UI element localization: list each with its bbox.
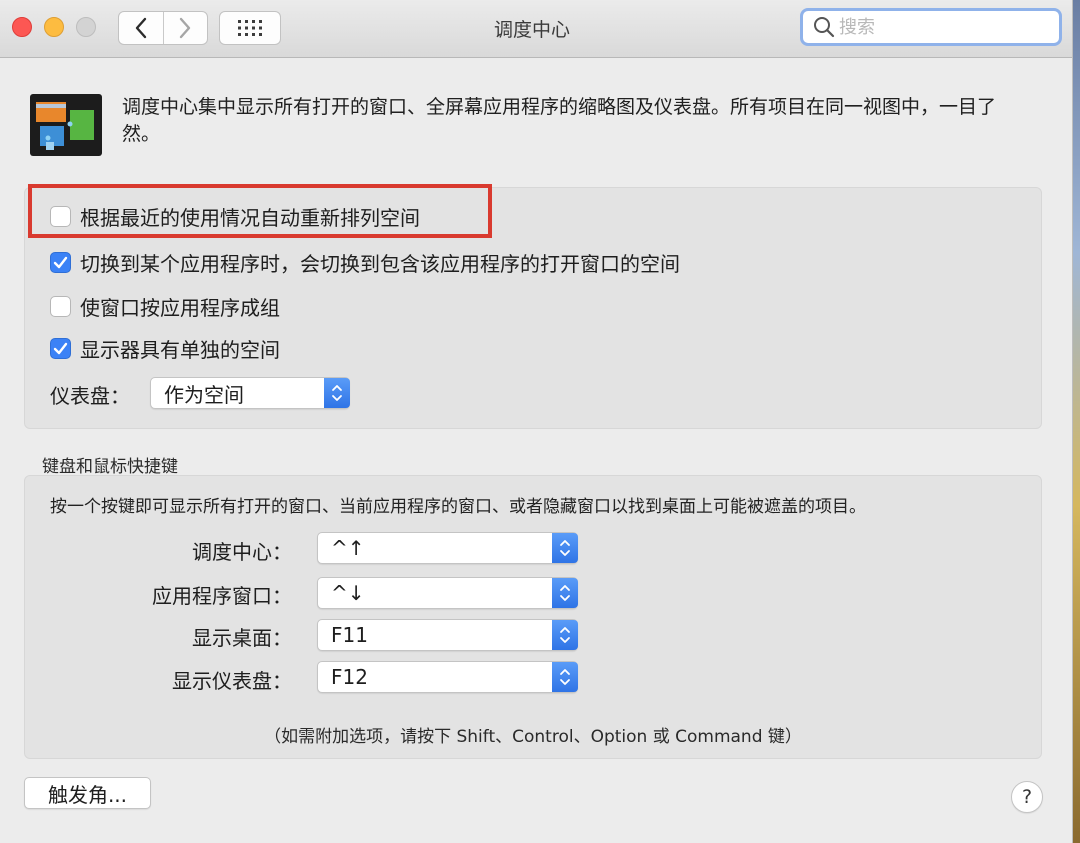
- up-down-arrows-icon: [324, 378, 350, 408]
- show-all-button[interactable]: [219, 11, 281, 45]
- up-down-arrows-icon: [552, 533, 578, 563]
- shortcut-popup-value: F12: [331, 665, 368, 689]
- shortcuts-description: 按一个按键即可显示所有打开的窗口、当前应用程序的窗口、或者隐藏窗口以找到桌面上可…: [50, 497, 866, 517]
- shortcut-label-app-windows: 应用程序窗口：: [152, 584, 292, 608]
- mission-control-app-icon: [30, 94, 102, 156]
- option-switch-to-space-with-app[interactable]: 切换到某个应用程序时，会切换到包含该应用程序的打开窗口的空间: [50, 248, 680, 276]
- nav-button-group: [118, 11, 208, 45]
- option-label: 使窗口按应用程序成组: [80, 295, 280, 320]
- checkmark-icon: [53, 342, 68, 354]
- minimize-button[interactable]: [44, 17, 64, 37]
- dashboard-popup[interactable]: 作为空间: [150, 377, 350, 409]
- preferences-window: 调度中心 调度中心集中显示所有打开的窗口、全屏幕应用程序的缩略图及仪表盘。所有项…: [0, 0, 1073, 843]
- help-button[interactable]: ?: [1011, 781, 1043, 813]
- chevron-right-icon: [180, 17, 191, 39]
- shortcut-popup-show-desktop[interactable]: F11: [317, 619, 578, 651]
- shortcut-label-mission-control: 调度中心：: [192, 540, 292, 564]
- option-group-windows-by-app[interactable]: 使窗口按应用程序成组: [50, 292, 280, 320]
- forward-button[interactable]: [162, 12, 208, 44]
- shortcuts-section-title: 键盘和鼠标快捷键: [42, 457, 178, 477]
- close-button[interactable]: [12, 17, 32, 37]
- hot-corners-button[interactable]: 触发角...: [24, 777, 151, 809]
- grid-icon: [238, 20, 262, 36]
- shortcut-popup-mission-control[interactable]: ^↑: [317, 532, 578, 564]
- dashboard-label: 仪表盘：: [50, 384, 130, 408]
- shortcuts-panel: [24, 475, 1042, 759]
- up-down-arrows-icon: [552, 620, 578, 650]
- shortcut-popup-value: ^↓: [331, 581, 365, 605]
- search-input[interactable]: [837, 16, 1049, 38]
- dashboard-popup-value: 作为空间: [164, 382, 244, 407]
- shortcut-label-show-desktop: 显示桌面：: [192, 626, 292, 650]
- checkmark-icon: [53, 256, 68, 268]
- option-label: 显示器具有单独的空间: [80, 337, 280, 362]
- mission-control-description: 调度中心集中显示所有打开的窗口、全屏幕应用程序的缩略图及仪表盘。所有项目在同一视…: [122, 96, 997, 145]
- shortcut-popup-value: ^↑: [331, 536, 365, 560]
- window-title: 调度中心: [493, 19, 570, 41]
- checkbox-checked[interactable]: [50, 337, 71, 359]
- checkbox-checked[interactable]: [50, 251, 71, 273]
- shortcut-popup-show-dashboard[interactable]: F12: [317, 661, 578, 693]
- up-down-arrows-icon: [552, 578, 578, 608]
- checkbox-unchecked[interactable]: [50, 205, 71, 227]
- shortcut-popup-app-windows[interactable]: ^↓: [317, 577, 578, 609]
- option-label: 切换到某个应用程序时，会切换到包含该应用程序的打开窗口的空间: [80, 251, 680, 276]
- search-icon: [811, 14, 837, 40]
- option-auto-rearrange-spaces[interactable]: 根据最近的使用情况自动重新排列空间: [50, 202, 420, 230]
- modifier-keys-hint: （如需附加选项，请按下 Shift、Control、Option 或 Comma…: [264, 727, 802, 747]
- option-displays-separate-spaces[interactable]: 显示器具有单独的空间: [50, 334, 280, 362]
- shortcut-popup-value: F11: [331, 623, 368, 647]
- chevron-left-icon: [135, 17, 146, 39]
- back-button[interactable]: [119, 12, 163, 44]
- checkbox-unchecked[interactable]: [50, 295, 71, 317]
- desktop-background: [1072, 0, 1080, 843]
- titlebar: 调度中心: [0, 0, 1072, 58]
- help-icon: ?: [1021, 786, 1033, 808]
- shortcut-label-show-dashboard: 显示仪表盘：: [172, 669, 292, 693]
- zoom-button[interactable]: [76, 17, 96, 37]
- up-down-arrows-icon: [552, 662, 578, 692]
- option-label: 根据最近的使用情况自动重新排列空间: [80, 205, 420, 230]
- search-field[interactable]: [800, 8, 1062, 46]
